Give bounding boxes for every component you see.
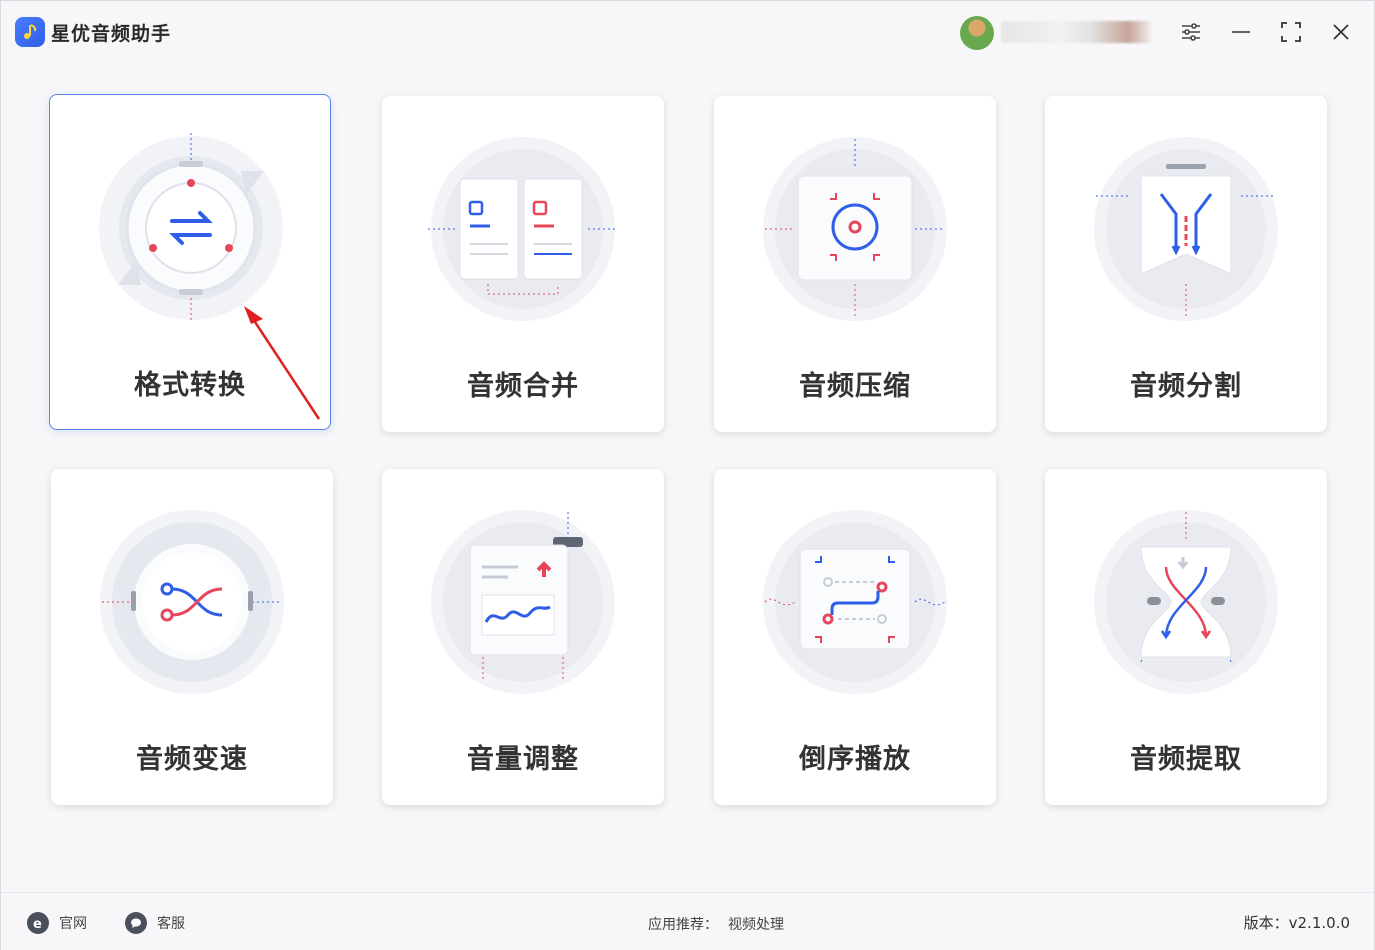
audio-extract-icon — [1094, 510, 1278, 694]
settings-sliders-icon[interactable] — [1176, 17, 1206, 47]
support-link[interactable]: 客服 — [125, 912, 185, 934]
tool-card-audio-compress[interactable]: 音频压缩 — [714, 96, 996, 432]
close-icon[interactable] — [1326, 17, 1356, 47]
tool-label: 音频合并 — [467, 371, 579, 402]
svg-text:e: e — [33, 917, 42, 930]
browser-icon: e — [27, 912, 49, 934]
tool-card-format-convert[interactable]: 格式转换 — [49, 94, 331, 430]
audio-merge-icon — [428, 137, 618, 321]
footer-bar: e 官网 客服 应用推荐： 视频处理 版本：v2.1.0.0 — [1, 892, 1374, 950]
tool-card-audio-merge[interactable]: 音频合并 — [382, 96, 664, 432]
tool-label: 音量调整 — [467, 744, 579, 775]
tool-label: 音频变速 — [136, 744, 248, 775]
recommend-label: 应用推荐： — [648, 917, 718, 933]
tool-label: 格式转换 — [134, 370, 246, 401]
tool-card-audio-split[interactable]: 音频分割 — [1045, 96, 1327, 432]
audio-speed-icon — [100, 510, 284, 694]
audio-compress-icon — [763, 137, 947, 321]
user-avatar[interactable] — [960, 16, 994, 50]
tool-card-audio-extract[interactable]: 音频提取 — [1045, 469, 1327, 805]
user-name-blurred[interactable] — [1001, 21, 1151, 43]
audio-split-icon — [1094, 137, 1278, 321]
app-logo-icon — [15, 17, 45, 47]
website-link[interactable]: e 官网 — [27, 912, 87, 934]
tool-label: 音频分割 — [1130, 371, 1242, 402]
version-text: 版本：v2.1.0.0 — [1243, 914, 1350, 932]
recommend-video-link[interactable]: 视频处理 — [728, 917, 784, 933]
tool-card-volume-adjust[interactable]: 音量调整 — [382, 469, 664, 805]
chat-icon — [125, 912, 147, 934]
minimize-icon[interactable] — [1226, 17, 1256, 47]
website-label: 官网 — [59, 916, 87, 932]
format-convert-icon — [99, 133, 283, 323]
recommend-section: 应用推荐： 视频处理 — [648, 914, 784, 934]
tool-card-reverse-play[interactable]: 倒序播放 — [714, 469, 996, 805]
tool-label: 音频提取 — [1130, 744, 1242, 775]
app-title: 星优音频助手 — [51, 23, 172, 45]
title-bar: 星优音频助手 — [1, 1, 1374, 63]
tool-label: 音频压缩 — [799, 371, 911, 402]
maximize-icon[interactable] — [1276, 17, 1306, 47]
tool-label: 倒序播放 — [799, 744, 911, 775]
tool-card-audio-speed[interactable]: 音频变速 — [51, 469, 333, 805]
reverse-play-icon — [763, 510, 947, 694]
app-window: 星优音频助手 格式转换 音频合并 音频压缩 音频分割 音频变速 音量调整 倒序播… — [0, 0, 1375, 950]
support-label: 客服 — [157, 916, 185, 932]
volume-adjust-icon — [431, 510, 615, 694]
